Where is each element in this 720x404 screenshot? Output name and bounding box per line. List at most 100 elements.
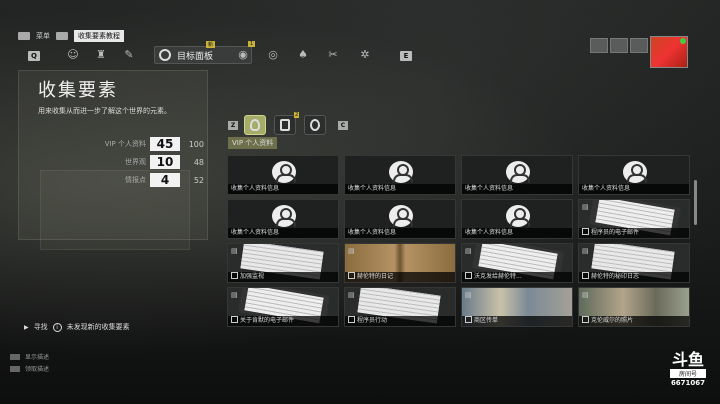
card-caption: 收集个人资料信息 (579, 184, 689, 194)
info-icon: i (52, 322, 62, 332)
main-nav: Q ☺ ♜ ✎ 目标面板 新 ◉ 1 ◎ ♠ ✂ ✲ E (24, 41, 414, 66)
compass-icon[interactable]: ◎ (266, 49, 280, 61)
check-icon (582, 228, 589, 235)
filter-next-key[interactable]: C (338, 121, 348, 130)
status-box-3 (630, 38, 648, 53)
check-icon (348, 316, 355, 323)
card-caption-text: 收集个人资料信息 (582, 185, 631, 192)
stat-value: 10 (150, 155, 180, 169)
avatar[interactable] (650, 36, 688, 68)
card-caption-text: 克伦威尔的照片 (591, 317, 634, 324)
card-caption-text: 收集个人资料信息 (231, 185, 280, 192)
notify-badge: 1 (248, 41, 256, 47)
grid-scrollbar[interactable] (694, 180, 697, 225)
stat-total: 100 (188, 139, 204, 149)
check-icon (582, 272, 589, 279)
collectible-card[interactable]: ▤ 赫伦特的秘印日志 (578, 243, 690, 283)
watermark-room: 6671067 (670, 379, 706, 387)
card-caption-text: 收集个人资料信息 (348, 185, 397, 192)
wrench-icon[interactable]: ✎ (122, 49, 136, 61)
nav-prev-key[interactable]: Q (28, 51, 40, 61)
page-description: 用来收集从而进一步了解这个世界的元素。 (38, 107, 171, 115)
profile-icon (272, 205, 296, 227)
target-icon (159, 49, 171, 61)
profile-icon (272, 161, 296, 183)
legend-label: 领取描述 (25, 366, 50, 373)
legend-swatch-icon (10, 365, 20, 372)
collectible-card[interactable]: 收集个人资料信息 (461, 155, 573, 195)
collectible-card[interactable]: 收集个人资料信息 (461, 199, 573, 239)
status-box-1 (590, 38, 608, 53)
document-icon: ▤ (348, 291, 355, 299)
profile-icon (389, 161, 413, 183)
collectible-card[interactable]: ▤ 加强监视 (227, 243, 339, 283)
card-caption-text: 商区传单 (474, 317, 499, 324)
filter-tab-documents[interactable] (274, 115, 296, 135)
collectible-card[interactable]: 收集个人资料信息 (227, 155, 339, 195)
filter-prev-key[interactable]: Z (228, 121, 238, 130)
find-label[interactable]: 寻找 (34, 322, 48, 332)
document-icon: ▤ (582, 203, 589, 211)
watermark-mark: 斗鱼 (671, 350, 704, 369)
top-bar: 菜单 收集要素教程 (18, 30, 124, 42)
document-icon: ▤ (348, 247, 355, 255)
collectible-card[interactable]: 收集个人资料信息 (344, 199, 456, 239)
card-caption: 商区传单 (462, 316, 572, 326)
card-caption-text: 程序员行动 (357, 317, 388, 324)
card-caption-text: 关于肯默的电子邮件 (240, 317, 295, 324)
card-caption-text: 加强监视 (240, 273, 265, 280)
collectible-card[interactable]: ▤ 沃克发给赫伦特... (461, 243, 573, 283)
check-icon (465, 316, 472, 323)
gps-icon[interactable]: ◉ (236, 49, 250, 61)
document-icon: ▤ (465, 291, 472, 299)
card-caption-text: 收集个人资料信息 (231, 229, 280, 236)
stat-label: 世界观 (125, 158, 146, 166)
user-icon[interactable]: ☺ (66, 49, 80, 61)
card-caption: 程序员的电子邮件 (579, 228, 689, 238)
breadcrumb[interactable]: 收集要素教程 (74, 30, 124, 42)
legend-item: 领取描述 (10, 364, 49, 373)
filter-tab-intel[interactable] (304, 115, 326, 135)
nav-next-key[interactable]: E (400, 51, 412, 61)
check-icon (231, 316, 238, 323)
stat-row-worldview: 世界观 10 48 (40, 154, 210, 170)
collectible-card[interactable]: 收集个人资料信息 (344, 155, 456, 195)
check-icon (231, 272, 238, 279)
find-status: 未发现新的收集要素 (66, 323, 130, 331)
collectible-card[interactable]: ▤ 程序员行动 (344, 287, 456, 327)
filter-tab-vip[interactable] (244, 115, 266, 135)
collectible-card[interactable]: 收集个人资料信息 (227, 199, 339, 239)
gear-icon[interactable]: ✲ (358, 49, 372, 61)
filter-count-badge: 2 (294, 112, 300, 118)
card-caption-text: 沃克发给赫伦特... (474, 273, 522, 280)
card-caption: 收集个人资料信息 (462, 228, 572, 238)
collectible-card[interactable]: ▤ 程序员的电子邮件 (578, 199, 690, 239)
card-caption: 收集个人资料信息 (345, 184, 455, 194)
document-icon: ▤ (231, 247, 238, 255)
card-caption: 赫伦特的秘印日志 (579, 272, 689, 282)
check-icon (582, 316, 589, 323)
card-caption-text: 程序员的电子邮件 (591, 229, 640, 236)
collectible-card[interactable]: ▤ 赫伦特的日记 (344, 243, 456, 283)
card-caption-text: 赫伦特的日记 (357, 273, 394, 280)
card-caption-text: 收集个人资料信息 (465, 185, 514, 192)
profile-icon (389, 205, 413, 227)
document-icon: ▤ (582, 291, 589, 299)
collectible-card[interactable]: 收集个人资料信息 (578, 155, 690, 195)
group-icon[interactable]: ♜ (94, 49, 108, 61)
document-icon: ▤ (465, 247, 472, 255)
collectible-card[interactable]: ▤ 关于肯默的电子邮件 (227, 287, 339, 327)
collectible-card[interactable]: ▤ 商区传单 (461, 287, 573, 327)
collectible-card[interactable]: ▤ 克伦威尔的照片 (578, 287, 690, 327)
card-caption: 收集个人资料信息 (228, 228, 338, 238)
stream-watermark: 斗鱼 房间号 6671067 (668, 352, 708, 387)
page-title: 收集要素 (38, 80, 118, 101)
stat-total: 52 (193, 175, 204, 185)
shirt-icon[interactable]: ♠ (296, 49, 310, 61)
card-caption: 收集个人资料信息 (228, 184, 338, 194)
tools-icon[interactable]: ✂ (326, 49, 340, 61)
menu-label[interactable]: 菜单 (36, 31, 50, 41)
check-icon (465, 272, 472, 279)
find-row: ▶ 寻找 i 未发现新的收集要素 (24, 322, 130, 332)
card-caption: 加强监视 (228, 272, 338, 282)
